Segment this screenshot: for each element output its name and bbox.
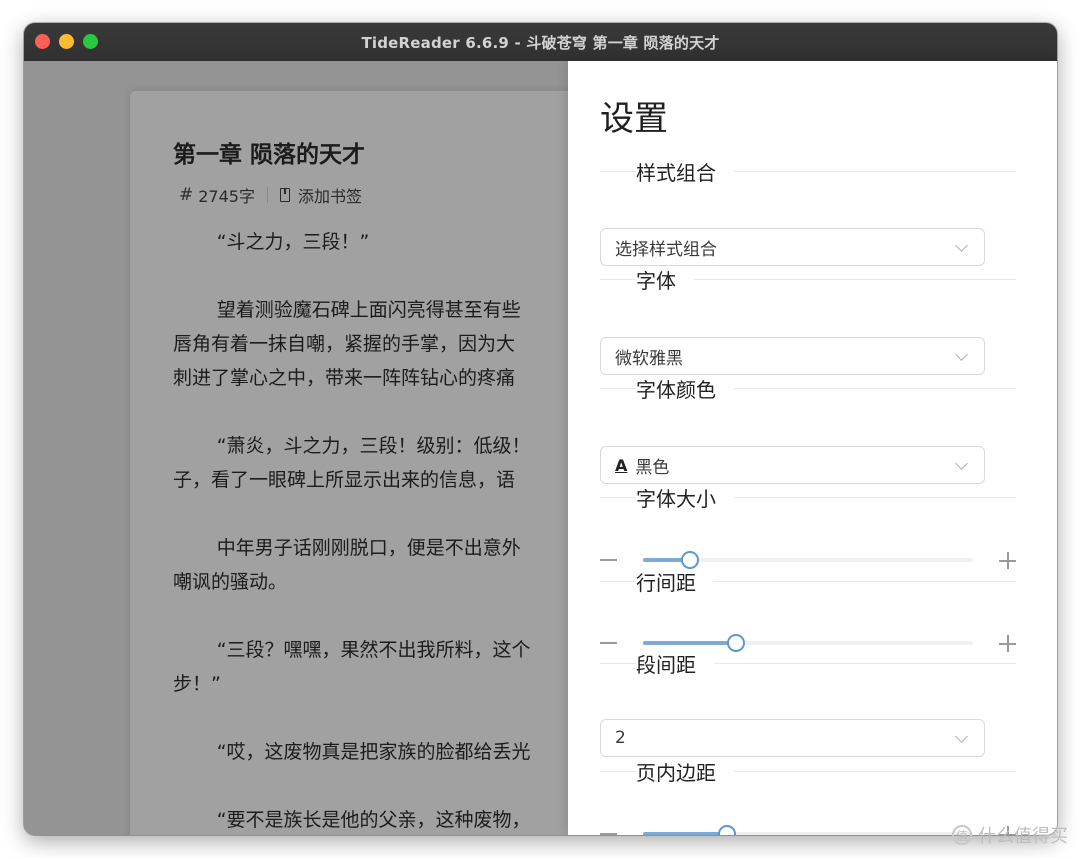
font-color-icon: A	[615, 455, 628, 475]
slider-fill	[643, 832, 726, 835]
chevron-down-icon	[955, 730, 968, 743]
decrease-icon[interactable]	[600, 642, 617, 644]
paragraph: 中年男子话刚刚脱口，便是不出意外嘲讽的骚动。	[173, 531, 593, 599]
paragraph: “哎，这废物真是把家族的脸都给丢光	[173, 735, 593, 769]
watermark-logo-icon: 值	[952, 825, 972, 845]
paragraph-line: 步！”	[173, 673, 221, 695]
watermark-text: 什么值得买	[978, 826, 1068, 847]
font-color-select[interactable]: A 黑色	[600, 446, 985, 484]
font-value: 微软雅黑	[615, 348, 683, 369]
style-combo-value: 选择样式组合	[615, 239, 717, 260]
paragraph-line: 唇角有着一抹自嘲，紧握的手掌，因为大	[173, 333, 516, 355]
paragraph-line: 望着测验魔石碑上面闪亮得甚至有些	[216, 299, 521, 321]
slider-fill	[643, 641, 736, 645]
slider-handle[interactable]	[717, 825, 736, 835]
font-select[interactable]: 微软雅黑	[600, 337, 985, 375]
paragraph-line: 中年男子话刚刚脱口，便是不出意外	[216, 537, 521, 559]
bookmark-icon[interactable]	[279, 188, 290, 202]
decrease-icon[interactable]	[600, 559, 617, 561]
hash-icon: #	[179, 185, 194, 205]
paragraph: “三段？嘿嘿，果然不出我所料，这个步！”	[173, 633, 593, 701]
paragraph-line: “三段？嘿嘿，果然不出我所料，这个	[216, 639, 531, 661]
slider-handle[interactable]	[727, 634, 746, 652]
style-combo-select[interactable]: 选择样式组合	[600, 228, 985, 266]
paragraph-line: “萧炎，斗之力，三段！级别：低级！	[216, 435, 531, 457]
app-window: TideReader 6.6.9 - 斗破苍穹 第一章 陨落的天才 第一章 陨落…	[24, 23, 1057, 835]
chapter-content: “斗之力，三段！” 望着测验魔石碑上面闪亮得甚至有些唇角有着一抹自嘲，紧握的手掌，…	[173, 225, 593, 835]
paragraph-line: 嘲讽的骚动。	[173, 571, 288, 593]
title-bar[interactable]: TideReader 6.6.9 - 斗破苍穹 第一章 陨落的天才	[24, 23, 1057, 61]
watermark: 值 什么值得买	[952, 822, 1068, 848]
font-color-value: 黑色	[635, 457, 670, 478]
chevron-down-icon	[955, 239, 968, 252]
decrease-icon[interactable]	[600, 833, 617, 835]
slider-track[interactable]	[643, 825, 973, 835]
chevron-down-icon	[955, 348, 968, 361]
chapter-title: 第一章 陨落的天才	[173, 142, 366, 168]
slider-track[interactable]	[643, 634, 973, 652]
paragraph: “斗之力，三段！”	[173, 225, 593, 259]
close-window-button[interactable]	[35, 34, 50, 49]
paragraph-spacing-label: 段间距	[600, 651, 1016, 677]
paragraph-line: 刺进了掌心之中，带来一阵阵钻心的疼痛	[173, 367, 516, 389]
font-color-label: 字体颜色	[600, 376, 1016, 402]
meta-divider	[266, 187, 268, 203]
page-padding-label: 页内边距	[600, 759, 1016, 785]
settings-title: 设置	[600, 99, 668, 139]
font-label: 字体	[600, 267, 1016, 293]
paragraph: “萧炎，斗之力，三段！级别：低级！ 子，看了一眼碑上所显示出来的信息，语	[173, 429, 593, 497]
paragraph-line: “哎，这废物真是把家族的脸都给丢光	[216, 741, 531, 763]
chapter-meta: # 2745字 添加书签	[179, 183, 362, 207]
reader-area[interactable]: 第一章 陨落的天才 # 2745字 添加书签 “斗之力，三段！” 望着测验魔石碑上…	[24, 61, 590, 835]
paragraph-line: 子，看了一眼碑上所显示出来的信息，语	[173, 469, 516, 491]
settings-panel: 设置 样式组合 选择样式组合 字体 微软雅黑 字体颜色 A 黑色 字体大小 行间…	[568, 61, 1057, 835]
paragraph-line: “斗之力，三段！”	[216, 231, 370, 253]
increase-icon[interactable]	[999, 635, 1016, 652]
zoom-window-button[interactable]	[83, 34, 98, 49]
word-count: 2745字	[198, 187, 255, 206]
chevron-down-icon	[955, 457, 968, 470]
window-controls	[35, 34, 98, 49]
add-bookmark-button[interactable]: 添加书签	[298, 183, 362, 207]
window-title: TideReader 6.6.9 - 斗破苍穹 第一章 陨落的天才	[361, 33, 720, 52]
minimize-window-button[interactable]	[59, 34, 74, 49]
paragraph-spacing-value: 2	[615, 728, 626, 748]
line-spacing-label: 行间距	[600, 569, 1016, 595]
paragraph: “要不是族长是他的父亲，这种废物，	[173, 803, 593, 835]
font-size-label: 字体大小	[600, 485, 1016, 511]
increase-icon[interactable]	[999, 552, 1016, 569]
slider-track[interactable]	[643, 551, 973, 569]
style-combo-label: 样式组合	[600, 159, 1016, 185]
paragraph: 望着测验魔石碑上面闪亮得甚至有些唇角有着一抹自嘲，紧握的手掌，因为大 刺进了掌心之…	[173, 293, 593, 395]
reader-page[interactable]: 第一章 陨落的天才 # 2745字 添加书签 “斗之力，三段！” 望着测验魔石碑上…	[130, 91, 590, 835]
paragraph-spacing-select[interactable]: 2	[600, 719, 985, 757]
paragraph-line: “要不是族长是他的父亲，这种废物，	[216, 809, 531, 831]
